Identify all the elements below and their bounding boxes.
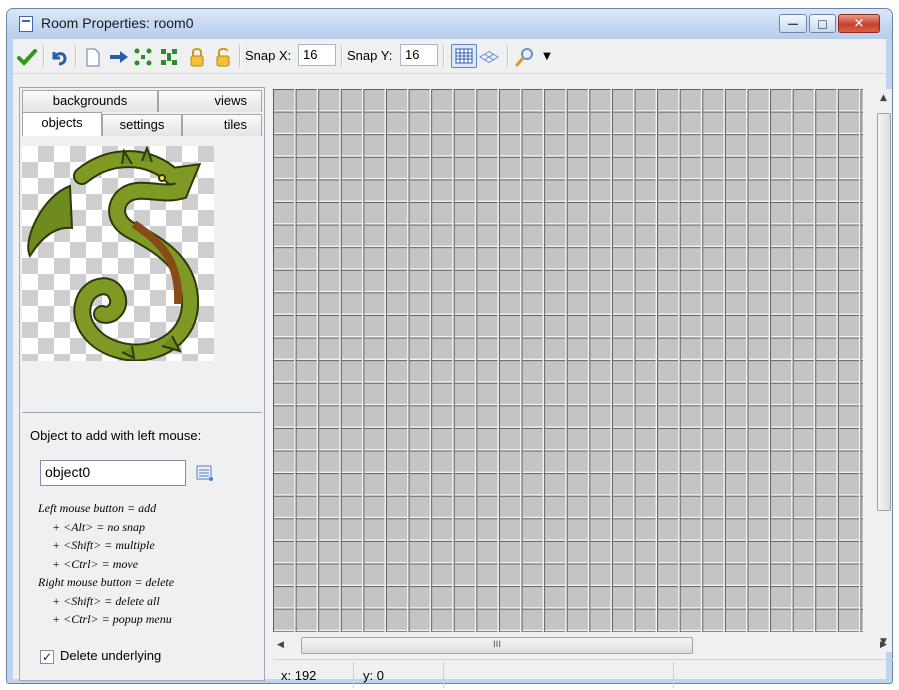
object-name-field[interactable]: object0 (40, 460, 186, 486)
ok-check-icon[interactable] (17, 47, 37, 67)
snap-y-label: Snap Y: (347, 48, 393, 63)
window-icon (19, 16, 33, 32)
grid-icon (455, 48, 473, 64)
tab-objects[interactable]: objects (22, 112, 102, 136)
toolbar-separator (239, 45, 241, 67)
object-menu-icon[interactable] (196, 464, 214, 482)
toolbar-separator (507, 45, 509, 67)
cursor-y-readout: y: 0 (363, 668, 384, 683)
room-properties-window: Room Properties: room0 — □ ✕ Snap X: 16 … (6, 8, 893, 688)
minimize-icon: — (787, 17, 799, 30)
room-grid-canvas[interactable] (273, 89, 863, 632)
help-line: + <Shift> = multiple (52, 538, 155, 552)
toolbar-separator (443, 45, 445, 67)
new-document-icon[interactable] (83, 47, 103, 67)
help-line: + <Ctrl> = popup menu (52, 612, 172, 626)
delete-underlying-label: Delete underlying (60, 648, 162, 663)
contract-icon[interactable] (159, 47, 179, 67)
help-line: + <Ctrl> = move (52, 556, 139, 571)
status-divider (673, 662, 674, 688)
minimize-button[interactable]: — (779, 14, 807, 33)
lock-icon[interactable] (187, 47, 207, 67)
scroll-up-arrow-icon[interactable]: ▲ (880, 93, 887, 103)
tab-views[interactable]: views (158, 90, 262, 112)
toolbar-separator (75, 45, 77, 67)
delete-underlying-checkbox[interactable]: ✓ (40, 650, 54, 664)
unlock-icon[interactable] (213, 47, 233, 67)
vertical-scrollbar-thumb[interactable] (877, 113, 891, 511)
mouse-help-text: Left mouse button = add + <Alt> = no sna… (38, 499, 174, 629)
help-line: + <Alt> = no snap (52, 519, 146, 534)
close-icon: ✕ (853, 16, 865, 31)
isometric-icon[interactable] (479, 47, 499, 67)
help-line: + <Shift> = delete all (52, 593, 160, 608)
status-bar: x: 192 y: 0 (273, 659, 893, 690)
grid-toggle-button[interactable] (451, 44, 477, 68)
cursor-x-readout: x: 192 (281, 668, 317, 683)
maximize-icon: □ (817, 17, 828, 30)
status-divider (443, 662, 444, 688)
tab-tiles[interactable]: tiles (182, 114, 262, 136)
scroll-right-arrow-icon[interactable]: ▶ (880, 640, 887, 650)
help-line: Right mouse button = delete (38, 575, 175, 589)
dragon-sprite-image (27, 146, 202, 361)
snap-x-input[interactable]: 16 (298, 44, 336, 66)
title-bar[interactable]: Room Properties: room0 — □ ✕ (7, 9, 892, 39)
close-button[interactable]: ✕ (838, 14, 880, 33)
horizontal-scrollbar-thumb[interactable]: III (301, 637, 693, 654)
snap-x-label: Snap X: (245, 48, 292, 63)
window-content: Snap X: 16 Snap Y: 16 ▼ backgrounds view… (13, 39, 893, 688)
tab-backgrounds[interactable]: backgrounds (22, 90, 158, 112)
status-divider (353, 662, 354, 688)
shift-arrow-icon[interactable] (109, 47, 129, 67)
toolbar: Snap X: 16 Snap Y: 16 ▼ (13, 39, 886, 74)
toolbar-separator (43, 45, 45, 67)
undo-icon[interactable] (49, 47, 69, 67)
object-to-add-label: Object to add with left mouse: (30, 428, 202, 443)
object-sprite-preview (22, 146, 262, 413)
dropdown-arrow-icon[interactable]: ▼ (537, 47, 557, 67)
maximize-button[interactable]: □ (809, 14, 836, 33)
window-title: Room Properties: room0 (41, 15, 194, 31)
toolbar-separator (341, 45, 343, 67)
scroll-left-arrow-icon[interactable]: ◀ (277, 640, 284, 650)
expand-icon[interactable] (133, 47, 153, 67)
left-panel: backgrounds views objects settings tiles (19, 87, 265, 681)
snap-y-input[interactable]: 16 (400, 44, 438, 66)
zoom-icon[interactable] (515, 47, 535, 67)
help-line: Left mouse button = add (38, 501, 157, 515)
tab-settings[interactable]: settings (102, 114, 182, 136)
